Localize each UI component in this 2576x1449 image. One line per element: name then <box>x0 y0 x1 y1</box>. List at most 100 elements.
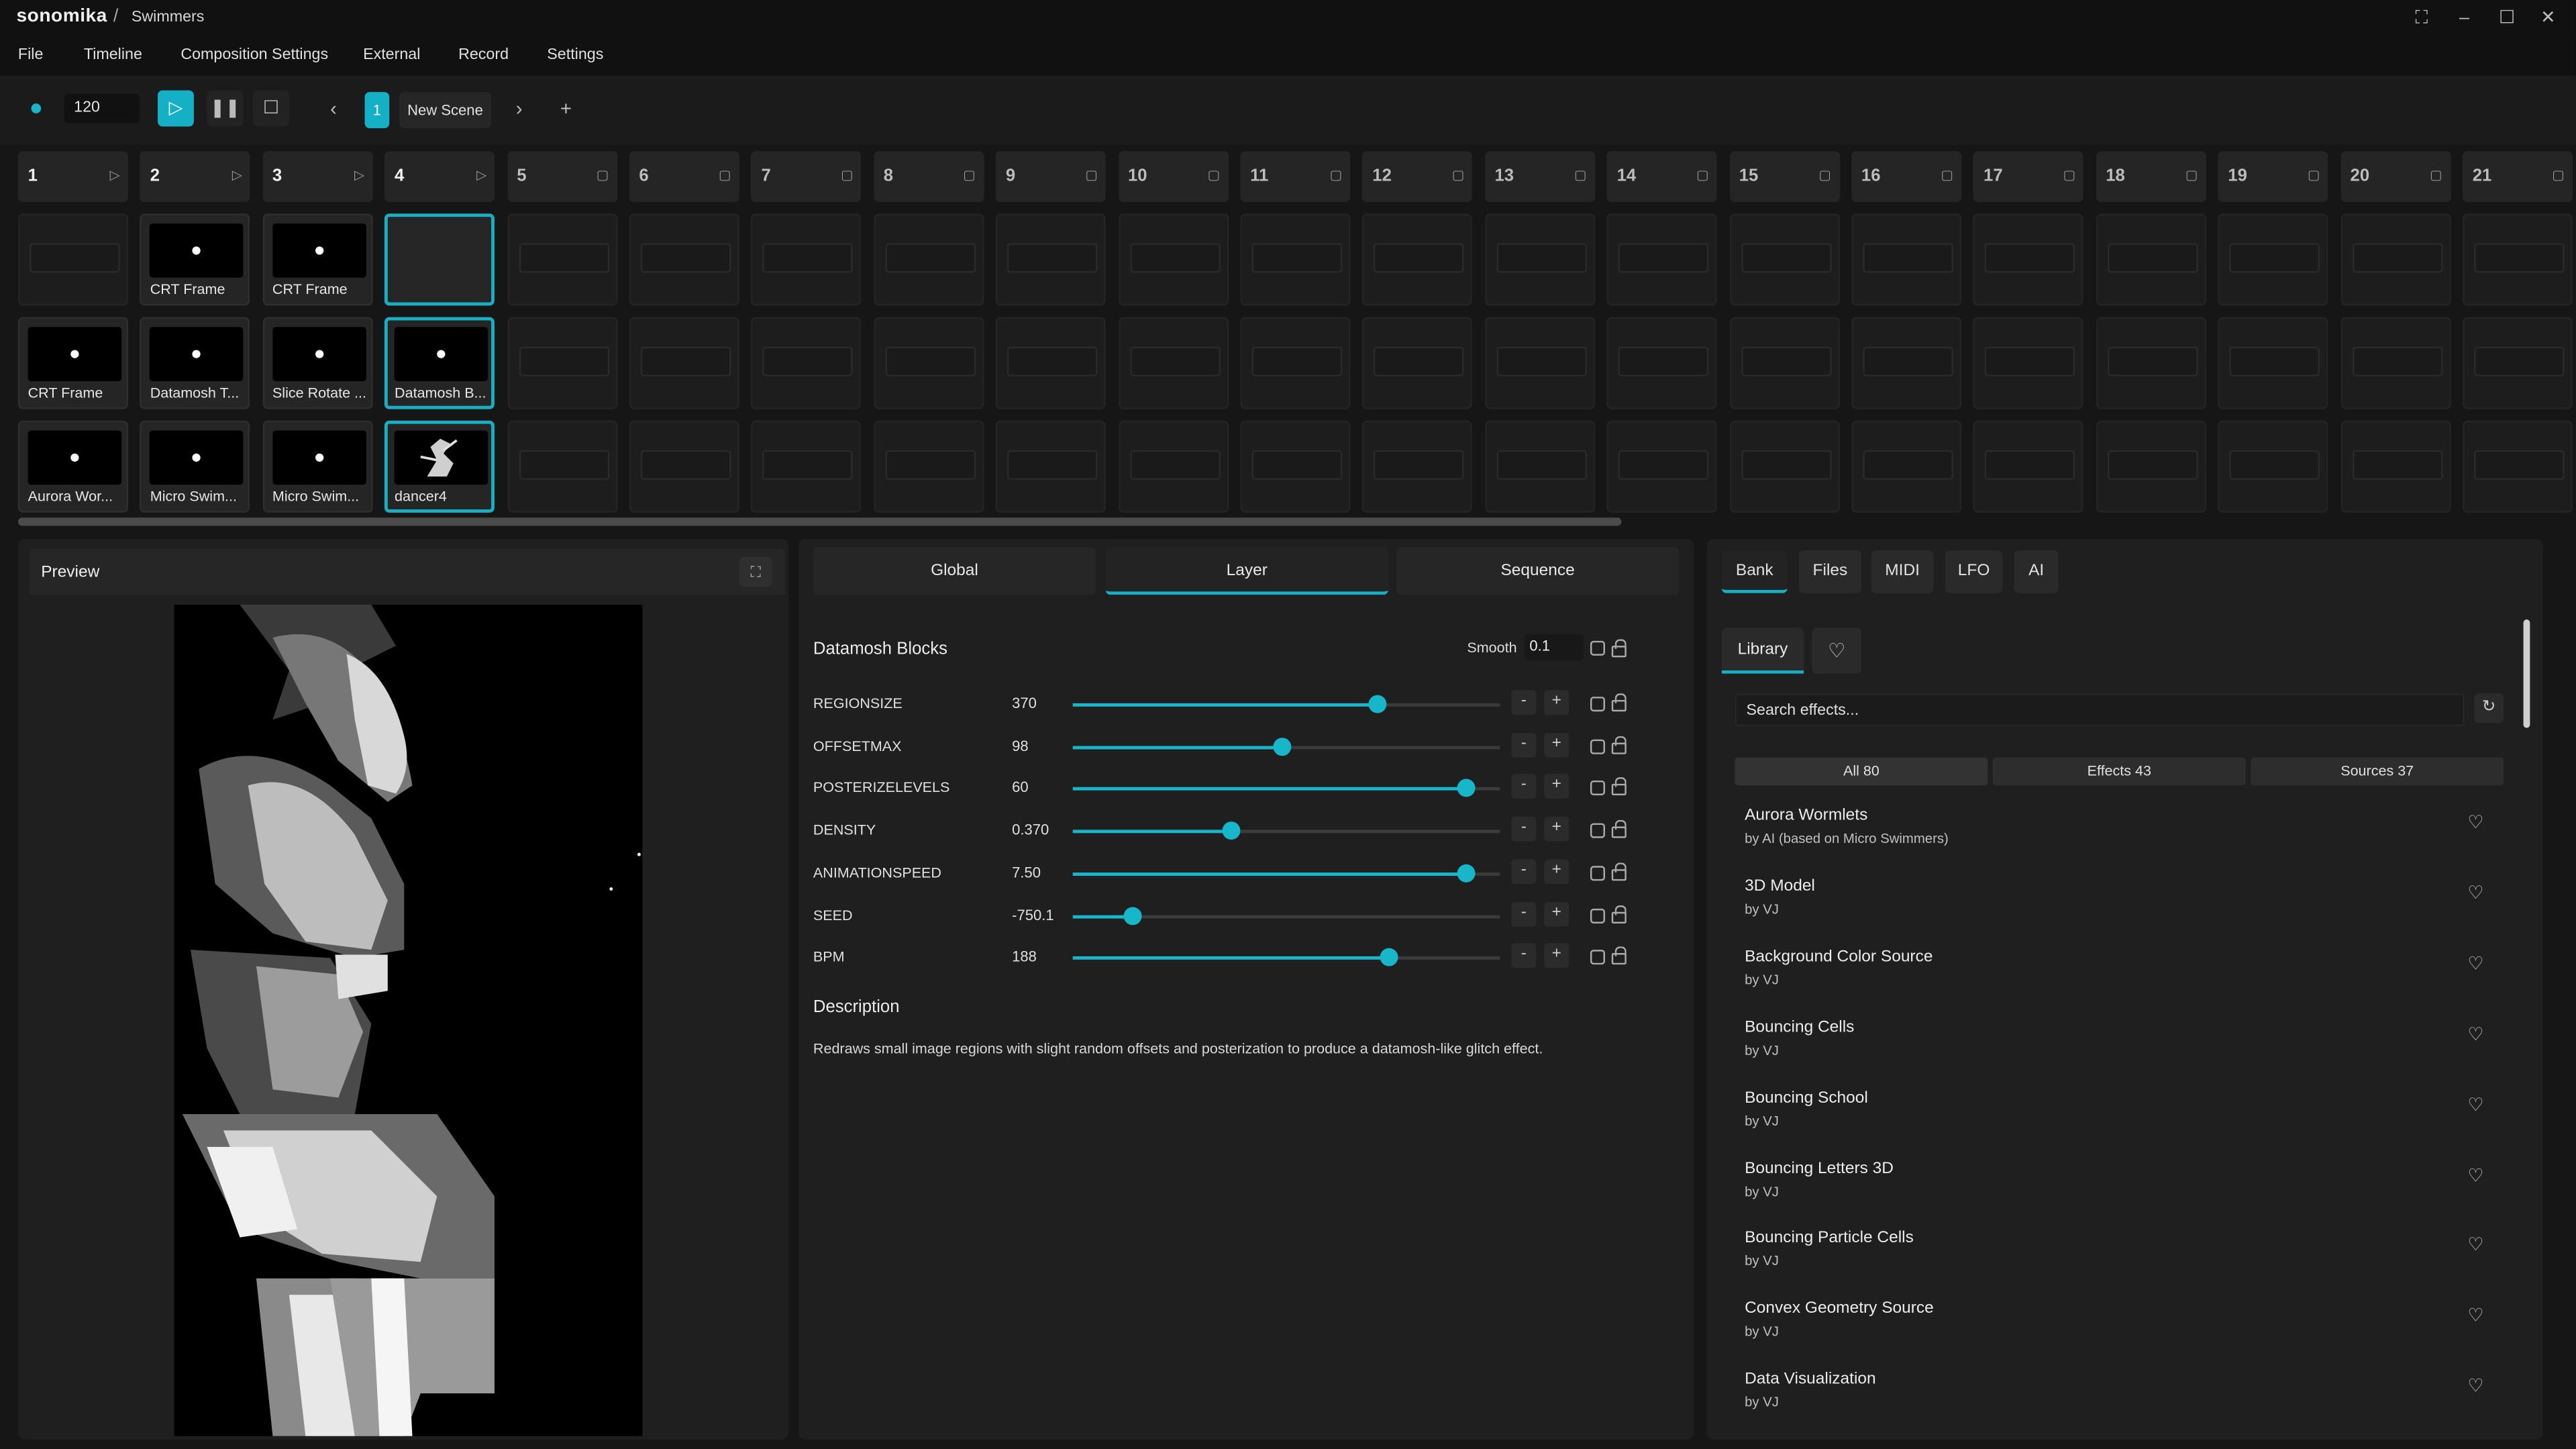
filter-sources[interactable]: Sources 37 <box>2251 757 2504 786</box>
expand-icon[interactable]: ⛶ <box>739 556 772 587</box>
play-button[interactable]: ▷ <box>158 90 194 127</box>
increment-button[interactable]: + <box>1544 817 1569 842</box>
tab-bank[interactable]: Bank <box>1721 550 1788 593</box>
clip-cell[interactable] <box>17 213 128 306</box>
stop-column-icon[interactable]: ▢ <box>1085 168 1098 183</box>
lock-icon[interactable] <box>1611 904 1627 923</box>
filter-all[interactable]: All 80 <box>1735 757 1988 786</box>
clip-cell[interactable]: Datamosh B... <box>384 317 495 409</box>
clip-cell[interactable] <box>2340 213 2451 306</box>
tab-layer[interactable]: Layer <box>1105 547 1388 595</box>
tab-lfo[interactable]: LFO <box>1945 550 2003 593</box>
clip-cell[interactable]: Micro Swim... <box>262 420 373 513</box>
param-slider[interactable] <box>1072 948 1500 967</box>
param-value[interactable]: 7.50 <box>1012 864 1041 880</box>
decrement-button[interactable]: - <box>1511 775 1537 799</box>
param-value[interactable]: 0.370 <box>1012 821 1049 838</box>
stop-column-icon[interactable]: ▢ <box>2552 168 2565 183</box>
clip-cell[interactable] <box>1851 213 1962 306</box>
add-scene-button[interactable]: + <box>560 97 572 119</box>
scene-name[interactable]: New Scene <box>399 92 492 128</box>
slider-handle[interactable] <box>1368 695 1386 713</box>
stop-column-icon[interactable]: ▢ <box>2063 168 2076 183</box>
favorite-heart-icon[interactable]: ♡ <box>2467 811 2483 833</box>
stop-column-icon[interactable]: ▢ <box>1818 168 1831 183</box>
increment-button[interactable]: + <box>1544 690 1569 715</box>
stop-button[interactable]: ☐ <box>253 90 289 127</box>
stop-column-icon[interactable]: ▢ <box>2430 168 2442 183</box>
menu-composition-settings[interactable]: Composition Settings <box>181 46 328 64</box>
column-header-21[interactable]: 21 ▢ <box>2463 151 2573 203</box>
play-column-icon[interactable]: ▷ <box>476 168 486 183</box>
increment-button[interactable]: + <box>1544 732 1569 757</box>
menu-record[interactable]: Record <box>458 46 509 64</box>
menu-file[interactable]: File <box>18 46 43 64</box>
decrement-button[interactable]: - <box>1511 858 1537 884</box>
tab-global[interactable]: Global <box>813 547 1096 595</box>
favorite-heart-icon[interactable]: ♡ <box>2467 1023 2483 1044</box>
favorites-heart-icon[interactable]: ♡ <box>1812 628 1861 674</box>
clip-cell[interactable] <box>507 213 617 306</box>
param-value[interactable]: 188 <box>1012 948 1037 964</box>
randomize-icon[interactable] <box>1590 950 1605 965</box>
lock-icon[interactable] <box>1611 693 1627 712</box>
increment-button[interactable]: + <box>1544 858 1569 884</box>
clip-cell[interactable] <box>1729 213 1840 306</box>
grid-scrollbar[interactable] <box>17 517 1622 526</box>
clip-cell[interactable] <box>1851 317 1962 409</box>
param-slider[interactable] <box>1072 737 1500 756</box>
menu-timeline[interactable]: Timeline <box>84 46 142 64</box>
search-input[interactable]: Search effects... <box>1735 693 2465 727</box>
clip-cell[interactable] <box>1973 317 2084 409</box>
clip-cell[interactable]: Aurora Wor... <box>17 420 128 513</box>
stop-column-icon[interactable]: ▢ <box>1696 168 1709 183</box>
column-header-6[interactable]: 6 ▢ <box>629 151 739 203</box>
column-header-17[interactable]: 17 ▢ <box>1973 151 2084 203</box>
stop-column-icon[interactable]: ▢ <box>1452 168 1465 183</box>
clip-cell[interactable] <box>2096 213 2206 306</box>
randomize-icon[interactable] <box>1590 697 1605 712</box>
clip-cell[interactable] <box>384 213 495 306</box>
decrement-button[interactable]: - <box>1511 690 1537 715</box>
clip-cell[interactable] <box>1606 420 1717 513</box>
clip-cell[interactable] <box>2463 317 2573 409</box>
decrement-button[interactable]: - <box>1511 732 1537 757</box>
close-icon[interactable]: ✕ <box>2535 5 2561 31</box>
stop-column-icon[interactable]: ▢ <box>597 168 609 183</box>
lock-icon[interactable] <box>1611 736 1627 754</box>
clip-cell[interactable] <box>1606 213 1717 306</box>
maximize-icon[interactable]: ☐ <box>2494 5 2520 31</box>
clip-cell[interactable] <box>1851 420 1962 513</box>
randomize-icon[interactable] <box>1590 738 1605 754</box>
randomize-icon[interactable] <box>1590 865 1605 881</box>
increment-button[interactable]: + <box>1544 901 1569 926</box>
increment-button[interactable]: + <box>1544 943 1569 968</box>
column-header-1[interactable]: 1 ▷ <box>17 151 128 203</box>
decrement-button[interactable]: - <box>1511 817 1537 842</box>
stop-column-icon[interactable]: ▢ <box>963 168 976 183</box>
clip-cell[interactable] <box>1729 420 1840 513</box>
clip-cell[interactable]: Slice Rotate ... <box>262 317 373 409</box>
column-header-12[interactable]: 12 ▢ <box>1362 151 1473 203</box>
column-header-2[interactable]: 2 ▷ <box>140 151 251 203</box>
clip-cell[interactable]: Datamosh T... <box>140 317 251 409</box>
menu-external[interactable]: External <box>363 46 420 64</box>
stop-column-icon[interactable]: ▢ <box>1574 168 1587 183</box>
stop-column-icon[interactable]: ▢ <box>1941 168 1954 183</box>
favorite-heart-icon[interactable]: ♡ <box>2467 1376 2483 1397</box>
tab-midi[interactable]: MIDI <box>1871 550 1934 593</box>
clip-cell[interactable] <box>2463 213 2573 306</box>
randomize-icon[interactable] <box>1590 781 1605 796</box>
filter-effects[interactable]: Effects 43 <box>1992 757 2246 786</box>
param-slider[interactable] <box>1072 695 1500 713</box>
decrement-button[interactable]: - <box>1511 943 1537 968</box>
param-slider[interactable] <box>1072 779 1500 798</box>
column-header-8[interactable]: 8 ▢ <box>873 151 984 203</box>
clip-cell[interactable] <box>2340 317 2451 409</box>
clip-cell[interactable] <box>996 420 1106 513</box>
clip-cell[interactable] <box>2096 317 2206 409</box>
decrement-button[interactable]: - <box>1511 901 1537 926</box>
stop-column-icon[interactable]: ▢ <box>2185 168 2198 183</box>
stop-column-icon[interactable]: ▢ <box>1208 168 1221 183</box>
clip-cell[interactable] <box>1606 317 1717 409</box>
